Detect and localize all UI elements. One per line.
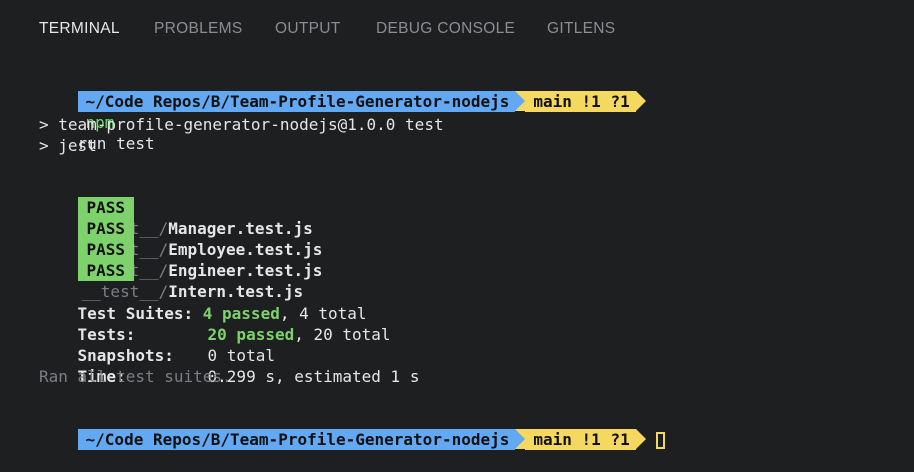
prompt-path-segment: ~/Code Repos/B/Team-Profile-Generator-no… [77, 429, 516, 450]
tab-output[interactable]: OUTPUT [275, 20, 341, 38]
test-result-row: PASS __test__/Intern.test.js [39, 239, 303, 301]
prompt-line: ~/Code Repos/B/Team-Profile-Generator-no… [39, 70, 646, 153]
prompt-git-segment: main !1 ?1 [525, 91, 636, 112]
terminal-cursor[interactable] [655, 432, 665, 449]
powerline-separator-icon [635, 91, 646, 111]
summary-total: , 20 total [294, 325, 391, 344]
tab-terminal[interactable]: TERMINAL [39, 20, 120, 38]
test-result-row: PASS __test__/Employee.test.js [39, 197, 322, 259]
panel-tab-bar: TERMINAL PROBLEMS OUTPUT DEBUG CONSOLE G… [0, 0, 914, 60]
test-file: Engineer.test.js [168, 261, 323, 280]
summary-tests: Tests: 20 passed, 20 total [39, 303, 391, 344]
prompt-path-segment: ~/Code Repos/B/Team-Profile-Generator-no… [77, 91, 516, 112]
prompt-git-segment: main !1 ?1 [525, 429, 636, 450]
summary-value: 0.299 s, estimated 1 s [207, 367, 420, 386]
summary-footer: Ran all test suites. [39, 367, 232, 386]
test-result-row: PASS __test__/Manager.test.js [39, 176, 313, 238]
npm-output-line: > jest [39, 136, 97, 155]
powerline-separator-icon [515, 91, 526, 111]
summary-suites: Test Suites: 4 passed, 4 total [39, 282, 367, 323]
summary-time: Time: 0.299 s, estimated 1 s [39, 345, 420, 386]
tab-gitlens[interactable]: GITLENS [547, 20, 615, 38]
tab-problems[interactable]: PROBLEMS [154, 20, 243, 38]
npm-output-line: > team-profile-generator-nodejs@1.0.0 te… [39, 115, 444, 134]
test-result-row: PASS __test__/Engineer.test.js [39, 218, 322, 280]
pass-badge: PASS [77, 260, 135, 281]
prompt-line: ~/Code Repos/B/Team-Profile-Generator-no… [39, 408, 665, 450]
powerline-separator-icon [515, 429, 526, 449]
powerline-separator-icon [635, 429, 646, 449]
summary-snapshots: Snapshots: 0 total [39, 324, 275, 365]
tab-debug-console[interactable]: DEBUG CONSOLE [376, 20, 515, 38]
